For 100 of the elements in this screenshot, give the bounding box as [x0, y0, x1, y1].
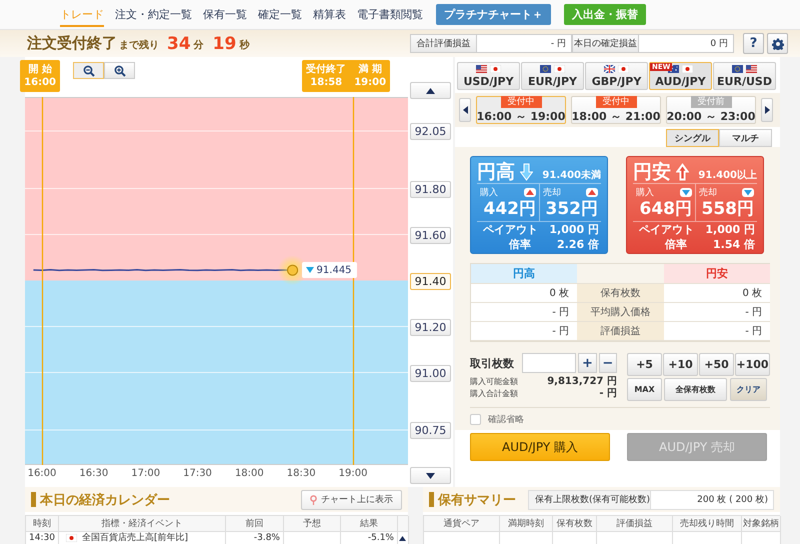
- help-button[interactable]: ?: [743, 33, 764, 54]
- settings-button[interactable]: [767, 33, 788, 54]
- down-triangle-icon: [742, 188, 754, 197]
- right-triangle-icon: [764, 106, 770, 114]
- order-status: 注文受付終了: [27, 34, 117, 53]
- currency-tab[interactable]: USD/JPY: [457, 62, 520, 90]
- time-label: 17:00: [130, 468, 162, 479]
- limit-label: 保有上限枚数(保有可能枚数): [528, 490, 651, 510]
- session-tab[interactable]: 受付前 20:00 ～ 23:00: [666, 96, 756, 124]
- stepper-button[interactable]: +: [578, 353, 597, 373]
- option-price: 352円: [544, 199, 598, 219]
- quantity-button[interactable]: クリア: [730, 378, 767, 401]
- mode-tab[interactable]: マルチ: [719, 129, 772, 147]
- column-header: 保有枚数: [553, 516, 597, 532]
- quantity-button[interactable]: MAX: [627, 378, 662, 401]
- price-label: 購入: [480, 186, 498, 199]
- up-arrow-icon: [676, 162, 689, 180]
- previous-button[interactable]: [459, 98, 471, 122]
- price-level-button[interactable]: 90.75: [410, 422, 451, 440]
- amount-value: 9,813,727 円: [547, 376, 617, 387]
- amount-value: - 円: [599, 388, 617, 399]
- row-label: 保有枚数: [577, 284, 664, 303]
- time-label: 18:00: [234, 468, 265, 479]
- seconds-unit: 秒: [239, 38, 250, 52]
- table-cell: - 円: [471, 322, 577, 341]
- show-on-chart-button[interactable]: チャート上に表示: [301, 490, 402, 510]
- pin-icon: [310, 494, 317, 504]
- section-title: 本日の経済カレンダー: [40, 492, 170, 508]
- table-cell: - 円: [471, 303, 577, 322]
- checkbox[interactable]: [470, 414, 481, 424]
- session-tab[interactable]: 受付中 18:00 ～ 21:00: [571, 96, 661, 124]
- row-label: 評価損益: [577, 322, 664, 341]
- column-header: 評価損益: [597, 516, 673, 532]
- settings-icon: [772, 38, 784, 50]
- time-label: 16:30: [78, 468, 110, 479]
- price-label: 購入: [636, 186, 654, 199]
- summary-label: 合計評価損益: [410, 34, 477, 53]
- session-time: 18:00 ～ 21:00: [572, 109, 660, 124]
- nav-link[interactable]: 電子書類閲覧: [357, 2, 423, 26]
- marker-title: 満 期: [358, 63, 382, 76]
- trade-button[interactable]: AUD/JPY 購入: [470, 433, 610, 461]
- quantity-button[interactable]: 全保有枚数: [664, 378, 727, 401]
- threshold-label: 91.40: [410, 272, 451, 290]
- section-title: 保有サマリー: [438, 492, 516, 508]
- nav-link[interactable]: 確定一覧: [258, 2, 302, 26]
- option-price: 558円: [700, 199, 754, 219]
- next-button[interactable]: [761, 98, 773, 122]
- rate-value: 1.54 倍: [713, 238, 755, 252]
- quantity-button[interactable]: +100: [735, 353, 770, 376]
- rate-label: 倍率: [665, 238, 688, 252]
- down-arrow-icon: [520, 162, 533, 180]
- nav-link[interactable]: 精算表: [313, 2, 346, 26]
- nav-button[interactable]: プラチナチャート＋: [436, 4, 551, 25]
- minutes-value: 34: [167, 34, 191, 54]
- price-label: 売却: [543, 186, 561, 199]
- column-header: 時刻: [26, 516, 59, 532]
- amount-label: 購入合計金額: [470, 388, 518, 399]
- scroll-down-button[interactable]: [410, 467, 451, 484]
- currency-tab[interactable]: GBP/JPY: [585, 62, 648, 90]
- time-label: 19:00: [338, 468, 368, 479]
- quantity-button[interactable]: +50: [699, 353, 734, 376]
- section-marker: [31, 492, 36, 507]
- column-header: 通貨ペア: [424, 516, 500, 532]
- nav-link[interactable]: 保有一覧: [203, 2, 247, 26]
- price-level-button[interactable]: 91.20: [410, 318, 451, 336]
- option-title: 円高: [477, 160, 515, 184]
- table-cell: - 円: [664, 303, 770, 322]
- price-level-button[interactable]: 91.00: [410, 364, 451, 382]
- quantity-button[interactable]: +5: [627, 353, 662, 376]
- summary-value: - 円: [477, 34, 572, 53]
- quantity-button[interactable]: +10: [663, 353, 698, 376]
- table-cell: 全国百貨店売上高[前年比]: [82, 532, 188, 544]
- mode-tab[interactable]: シングル: [666, 129, 719, 147]
- currency-tab[interactable]: EUR/JPY: [521, 62, 584, 90]
- nav-link[interactable]: 注文・約定一覧: [115, 2, 192, 26]
- column-header: 円高: [471, 264, 577, 284]
- down-triangle-icon: [306, 267, 314, 274]
- zoom-out-button[interactable]: [73, 62, 104, 79]
- marker-time: 16:00: [24, 76, 56, 89]
- price-level-button[interactable]: 91.60: [410, 226, 451, 244]
- column-header: 予想: [284, 516, 341, 532]
- column-header: 指標・経済イベント: [59, 516, 226, 532]
- price-label: 売却: [699, 186, 717, 199]
- table-cell: 0 枚: [664, 284, 770, 303]
- column-header: 売却残り時間: [673, 516, 742, 532]
- price-level-button[interactable]: 92.05: [410, 123, 451, 140]
- scroll-up-icon: [399, 536, 406, 540]
- up-triangle-icon: [524, 188, 536, 197]
- quantity-field[interactable]: [522, 353, 576, 373]
- zoom-in-button[interactable]: [104, 62, 135, 79]
- option-condition: 91.400以上: [698, 168, 757, 182]
- time-label: 18:30: [286, 468, 317, 479]
- scroll-up-button[interactable]: [410, 82, 451, 99]
- stepper-button[interactable]: −: [598, 353, 617, 373]
- column-header: 結果: [341, 516, 398, 532]
- session-tab[interactable]: 受付中 16:00 ～ 19:00: [476, 96, 566, 124]
- rate-label: 倍率: [509, 238, 532, 252]
- currency-tab[interactable]: EUR/USD: [713, 62, 776, 90]
- price-level-button[interactable]: 91.80: [410, 180, 451, 198]
- left-triangle-icon: [462, 106, 468, 114]
